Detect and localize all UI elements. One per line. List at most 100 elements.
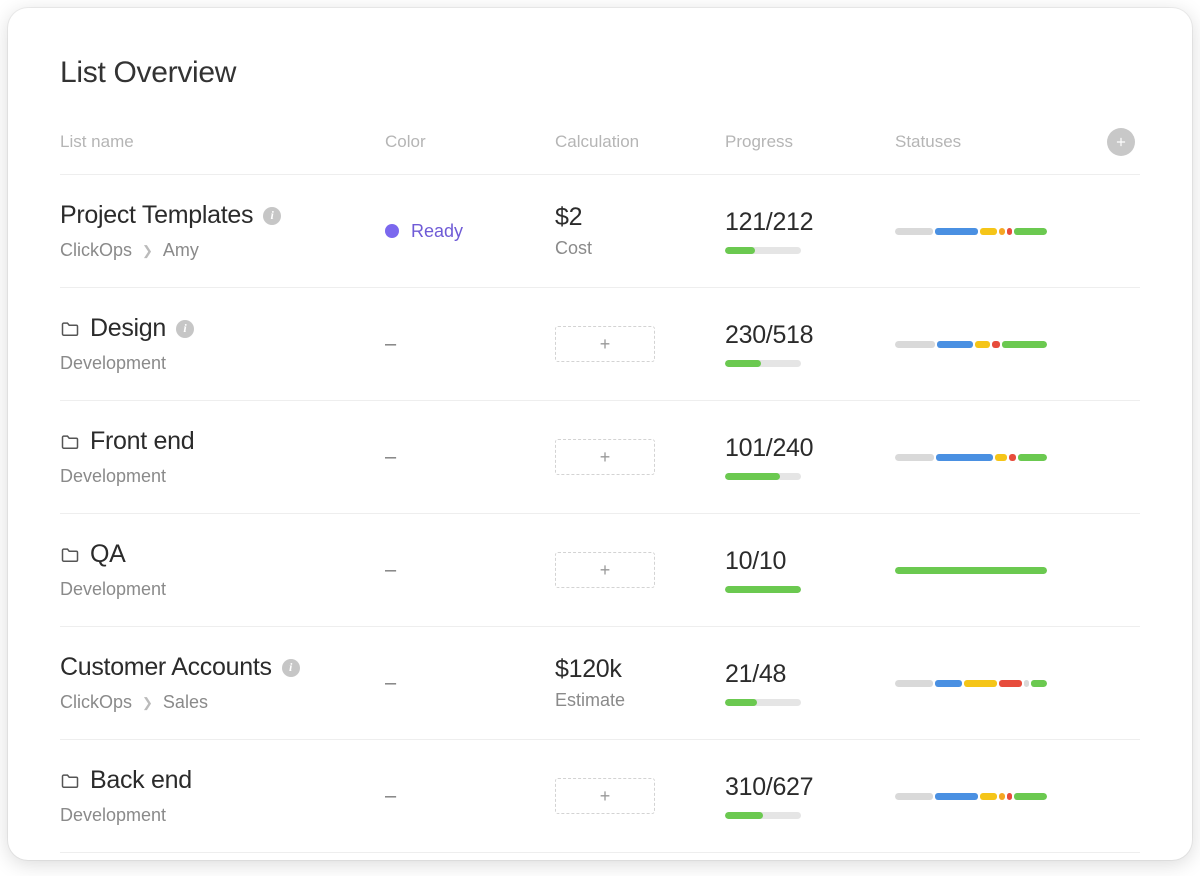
empty-dash: – bbox=[385, 672, 396, 695]
progress-text: 310/627 bbox=[725, 773, 895, 802]
list-name[interactable]: QA bbox=[90, 540, 126, 569]
info-icon[interactable]: i bbox=[282, 659, 300, 677]
status-bar bbox=[895, 341, 1047, 348]
status-bar bbox=[895, 793, 1047, 800]
breadcrumb-item[interactable]: Development bbox=[60, 466, 166, 487]
status-bar bbox=[895, 228, 1047, 235]
name-cell: QA Development bbox=[60, 540, 385, 600]
breadcrumb: ClickOps ❯ Amy bbox=[60, 240, 385, 261]
name-cell: Back end Development bbox=[60, 766, 385, 826]
breadcrumb-item[interactable]: Sales bbox=[163, 692, 208, 713]
status-segment bbox=[937, 341, 973, 348]
status-bar bbox=[895, 680, 1047, 687]
name-cell: Designi Development bbox=[60, 314, 385, 374]
list-name[interactable]: Design bbox=[90, 314, 166, 343]
color-cell[interactable]: – bbox=[385, 785, 555, 808]
status-segment bbox=[1002, 341, 1047, 348]
status-segment bbox=[1014, 793, 1047, 800]
statuses-cell[interactable] bbox=[895, 567, 1095, 574]
empty-dash: – bbox=[385, 446, 396, 469]
list-name[interactable]: Project Templates bbox=[60, 201, 253, 230]
statuses-cell[interactable] bbox=[895, 228, 1095, 235]
breadcrumb-item[interactable]: Amy bbox=[163, 240, 199, 261]
progress-text: 21/48 bbox=[725, 660, 895, 689]
progress-cell: 310/627 bbox=[725, 773, 895, 819]
table-row[interactable]: QA Development –+10/10 bbox=[60, 514, 1140, 627]
list-name[interactable]: Front end bbox=[90, 427, 194, 456]
status-segment bbox=[1009, 454, 1016, 461]
folder-icon bbox=[60, 545, 80, 565]
list-name[interactable]: Back end bbox=[90, 766, 192, 795]
statuses-cell[interactable] bbox=[895, 454, 1095, 461]
color-cell[interactable]: – bbox=[385, 672, 555, 695]
progress-cell: 10/10 bbox=[725, 547, 895, 593]
status-segment bbox=[935, 680, 962, 687]
progress-text: 121/212 bbox=[725, 208, 895, 237]
status-segment bbox=[895, 567, 1047, 574]
color-cell[interactable]: – bbox=[385, 559, 555, 582]
color-cell[interactable]: – bbox=[385, 446, 555, 469]
status-segment bbox=[1024, 680, 1030, 687]
progress-bar bbox=[725, 586, 801, 593]
col-list-name[interactable]: List name bbox=[60, 132, 385, 152]
breadcrumb-item[interactable]: ClickOps bbox=[60, 240, 132, 261]
progress-text: 230/518 bbox=[725, 321, 895, 350]
status-segment bbox=[975, 341, 989, 348]
progress-cell: 230/518 bbox=[725, 321, 895, 367]
status-segment bbox=[895, 454, 934, 461]
add-column-button[interactable] bbox=[1107, 128, 1135, 156]
folder-icon bbox=[60, 432, 80, 452]
add-calculation-button[interactable]: + bbox=[555, 326, 655, 362]
progress-cell: 121/212 bbox=[725, 208, 895, 254]
add-calculation-button[interactable]: + bbox=[555, 778, 655, 814]
status-segment bbox=[895, 228, 933, 235]
progress-bar bbox=[725, 812, 801, 819]
breadcrumb-item[interactable]: ClickOps bbox=[60, 692, 132, 713]
table-row[interactable]: Back end Development –+310/627 bbox=[60, 740, 1140, 853]
name-cell: Customer AccountsiClickOps❯Sales bbox=[60, 653, 385, 713]
progress-text: 10/10 bbox=[725, 547, 895, 576]
color-cell[interactable]: Ready bbox=[385, 221, 555, 242]
progress-cell: 21/48 bbox=[725, 660, 895, 706]
table-row[interactable]: Customer AccountsiClickOps❯Sales–$120kEs… bbox=[60, 627, 1140, 740]
status-segment bbox=[999, 680, 1022, 687]
col-color[interactable]: Color bbox=[385, 132, 555, 152]
empty-dash: – bbox=[385, 333, 396, 356]
col-statuses[interactable]: Statuses bbox=[895, 132, 1095, 152]
status-segment bbox=[992, 341, 1001, 348]
statuses-cell[interactable] bbox=[895, 341, 1095, 348]
status-segment bbox=[1031, 680, 1047, 687]
calculation-cell: + bbox=[555, 552, 725, 588]
calculation-cell: $120kEstimate bbox=[555, 655, 725, 711]
add-calculation-button[interactable]: + bbox=[555, 552, 655, 588]
color-cell[interactable]: – bbox=[385, 333, 555, 356]
breadcrumb: Development bbox=[60, 466, 385, 487]
name-cell: Front end Development bbox=[60, 427, 385, 487]
status-segment bbox=[895, 793, 933, 800]
breadcrumb-item[interactable]: Development bbox=[60, 353, 166, 374]
status-segment bbox=[964, 680, 997, 687]
status-segment bbox=[895, 341, 935, 348]
info-icon[interactable]: i bbox=[176, 320, 194, 338]
calculation-label: Estimate bbox=[555, 690, 725, 711]
table-row[interactable]: Front endDevelopment–+101/240 bbox=[60, 401, 1140, 514]
status-segment bbox=[1007, 793, 1013, 800]
col-calculation[interactable]: Calculation bbox=[555, 132, 725, 152]
add-calculation-button[interactable]: + bbox=[555, 439, 655, 475]
table-row[interactable]: Project TemplatesiClickOps❯AmyReady$2Cos… bbox=[60, 175, 1140, 288]
statuses-cell[interactable] bbox=[895, 793, 1095, 800]
page-title: List Overview bbox=[60, 56, 1140, 90]
info-icon[interactable]: i bbox=[263, 207, 281, 225]
breadcrumb-item[interactable]: Development bbox=[60, 805, 166, 826]
statuses-cell[interactable] bbox=[895, 680, 1095, 687]
chevron-right-icon: ❯ bbox=[142, 243, 153, 259]
col-progress[interactable]: Progress bbox=[725, 132, 895, 152]
status-segment bbox=[935, 793, 978, 800]
status-segment bbox=[999, 228, 1005, 235]
table-row[interactable]: Designi Development – +230/518 bbox=[60, 288, 1140, 401]
name-cell: Project Templates i ClickOps ❯ Amy bbox=[60, 201, 385, 261]
breadcrumb-item[interactable]: Development bbox=[60, 579, 166, 600]
calculation-label: Cost bbox=[555, 238, 725, 259]
status-segment bbox=[980, 793, 997, 800]
list-name[interactable]: Customer Accounts bbox=[60, 653, 272, 682]
